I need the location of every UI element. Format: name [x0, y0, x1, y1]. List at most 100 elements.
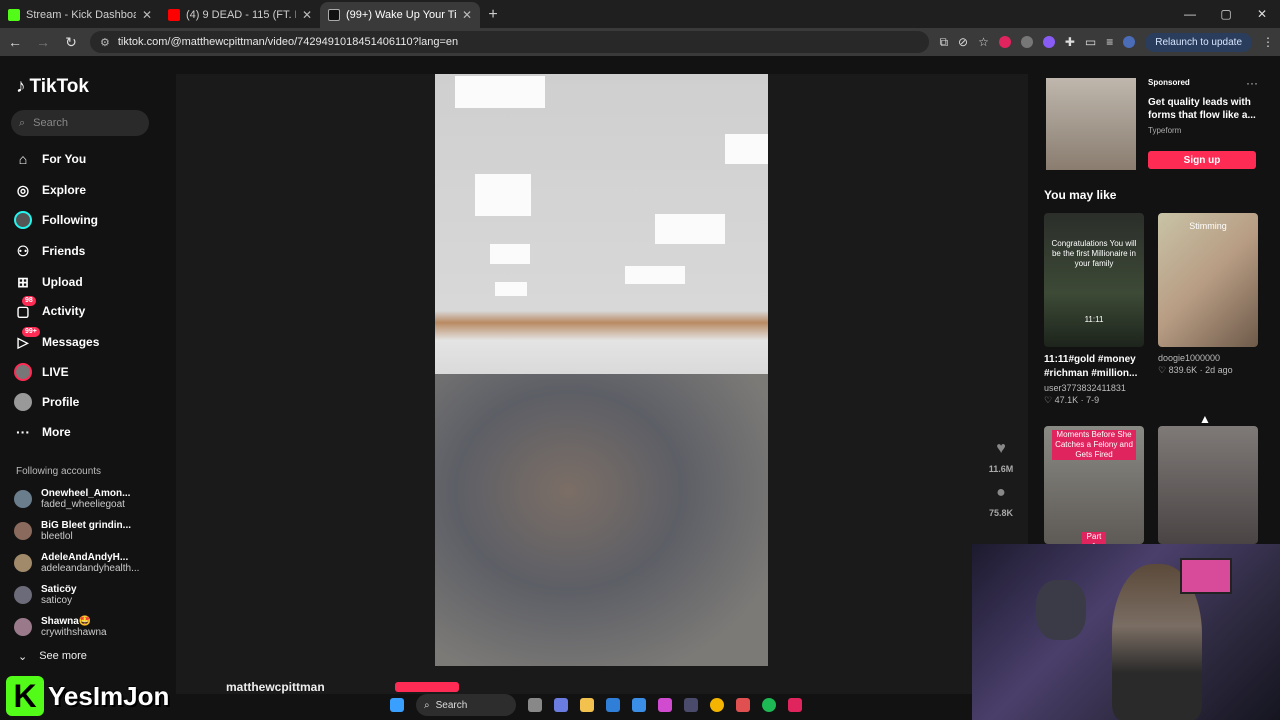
- nav-item-more[interactable]: ··· More: [14, 423, 71, 441]
- like-count: 839.6K: [1168, 365, 1198, 375]
- app-icon[interactable]: [684, 698, 698, 712]
- task-view-icon[interactable]: [528, 698, 542, 712]
- video-author[interactable]: user3773832411831: [1044, 383, 1144, 393]
- spotify-icon[interactable]: [762, 698, 776, 712]
- close-tab-icon[interactable]: ✕: [302, 8, 312, 22]
- following-account[interactable]: AdeleAndAndyH... adeleandandyhealth...: [14, 552, 139, 574]
- sign-up-button[interactable]: Sign up: [1148, 151, 1256, 169]
- thumbnail-overlay-text: Moments Before She Catches a Felony and …: [1052, 430, 1136, 460]
- nav-item-upload[interactable]: ⊞ Upload: [14, 273, 83, 291]
- search-input[interactable]: ⌕ Search: [11, 110, 149, 136]
- chrome-icon[interactable]: [710, 698, 724, 712]
- back-icon[interactable]: ←: [6, 34, 24, 50]
- following-account[interactable]: Onewheel_Amon... faded_wheeliegoat: [14, 488, 130, 510]
- compass-icon: ◎: [16, 181, 30, 198]
- suggested-video-card[interactable]: Moments Before She Catches a Felony and …: [1044, 426, 1144, 544]
- nav-item-live[interactable]: LIVE: [14, 363, 69, 381]
- forward-icon[interactable]: →: [34, 34, 52, 50]
- nav-label: Explore: [42, 183, 87, 197]
- taskbar-search[interactable]: ⌕ Search: [416, 694, 516, 716]
- video-thumbnail[interactable]: [1158, 426, 1258, 544]
- following-account[interactable]: Saticöy saticoy: [14, 584, 77, 606]
- nav-label: Following: [42, 213, 98, 227]
- app-icon[interactable]: [658, 698, 672, 712]
- nav-label: Upload: [42, 275, 83, 289]
- cast-icon[interactable]: ⧉: [939, 35, 948, 50]
- avatar: [14, 522, 32, 540]
- taskbar-search-label: Search: [435, 699, 468, 711]
- video-thumbnail[interactable]: Congratulations You will be the first Mi…: [1044, 213, 1144, 347]
- menu-kebab-icon[interactable]: ⋮: [1262, 35, 1274, 49]
- tab-title: Stream - Kick Dashboard: [26, 9, 136, 21]
- heart-icon[interactable]: ♥: [991, 440, 1011, 460]
- sponsored-title[interactable]: Get quality leads with forms that flow l…: [1148, 96, 1272, 122]
- extension-icon[interactable]: [998, 36, 1011, 48]
- nav-item-following[interactable]: Following: [14, 211, 98, 229]
- nav-item-messages[interactable]: ▷ 99+ Messages: [14, 327, 99, 351]
- reading-list-icon[interactable]: ≡: [1106, 35, 1113, 49]
- suggested-video-card[interactable]: Congratulations You will be the first Mi…: [1044, 213, 1144, 406]
- thumbnail-overlay-text: Congratulations You will be the first Mi…: [1051, 239, 1137, 268]
- profile-avatar-icon[interactable]: [1123, 36, 1136, 48]
- close-window-icon[interactable]: ✕: [1244, 0, 1280, 28]
- browser-tab-active[interactable]: (99+) Wake Up Your Tired C... ✕: [320, 2, 480, 28]
- following-account[interactable]: Shawna🤩 crywithshawna: [14, 616, 107, 638]
- nav-item-for-you[interactable]: ⌂ For You: [14, 150, 86, 168]
- browser-tab[interactable]: (4) 9 DEAD - 115 (FT. DON CAN... ✕: [160, 2, 320, 28]
- relaunch-button[interactable]: Relaunch to update: [1145, 32, 1252, 52]
- windows-start-icon[interactable]: [390, 698, 404, 712]
- site-info-icon[interactable]: ⚙: [100, 36, 110, 49]
- store-icon[interactable]: [606, 698, 620, 712]
- youtube-favicon-icon: [168, 9, 180, 21]
- webcam-overlay: [972, 544, 1280, 720]
- minimize-icon[interactable]: —: [1172, 0, 1208, 28]
- video-player[interactable]: [435, 74, 768, 666]
- close-tab-icon[interactable]: ✕: [142, 8, 152, 22]
- profile-icon: [14, 393, 32, 411]
- browser-tab[interactable]: Stream - Kick Dashboard ✕: [0, 2, 160, 28]
- app-icon[interactable]: [736, 698, 750, 712]
- nav-item-friends[interactable]: ⚇ Friends: [14, 242, 86, 260]
- app-icon[interactable]: [788, 698, 802, 712]
- suggested-video-card[interactable]: [1158, 426, 1258, 544]
- maximize-icon[interactable]: ▢: [1208, 0, 1244, 28]
- extension-icon[interactable]: [1020, 36, 1033, 48]
- sidepanel-icon[interactable]: ▭: [1085, 35, 1096, 49]
- upload-icon: ⊞: [17, 273, 29, 290]
- video-thumbnail[interactable]: Moments Before She Catches a Felony and …: [1044, 426, 1144, 544]
- avatar: [14, 554, 32, 572]
- comment-icon[interactable]: ●: [991, 484, 1011, 504]
- video-caption[interactable]: 11:11#gold #money #richman #million...: [1044, 353, 1144, 381]
- suggested-video-card[interactable]: Stimming doogie1000000 ♡ 839.6K · 2d ago: [1158, 213, 1258, 376]
- account-handle: crywithshawna: [41, 627, 107, 638]
- video-thumbnail[interactable]: Stimming: [1158, 213, 1258, 347]
- extension-icon[interactable]: [1042, 36, 1055, 48]
- copilot-icon[interactable]: [554, 698, 568, 712]
- mail-icon[interactable]: [632, 698, 646, 712]
- sponsored-thumbnail[interactable]: [1046, 78, 1136, 170]
- nav-item-activity[interactable]: ▢ 98 Activity: [14, 296, 85, 320]
- ceiling-light: [475, 174, 531, 216]
- ceiling-light: [655, 214, 725, 244]
- bookmark-star-icon[interactable]: ☆: [978, 35, 989, 49]
- puzzle-icon[interactable]: ✚: [1065, 35, 1075, 49]
- avatar: [14, 586, 32, 604]
- account-name: Saticöy: [41, 584, 77, 595]
- nav-item-explore[interactable]: ◎ Explore: [14, 181, 86, 199]
- nav-item-profile[interactable]: Profile: [14, 393, 79, 411]
- video-author[interactable]: doogie1000000: [1158, 353, 1258, 363]
- url-field[interactable]: ⚙ tiktok.com/@matthewcpittman/video/7429…: [90, 31, 930, 53]
- ceiling-light: [495, 282, 527, 296]
- more-options-icon[interactable]: ···: [1246, 76, 1258, 90]
- windows-taskbar: ⌕ Search: [390, 690, 890, 720]
- channel-name[interactable]: matthewcpittman: [226, 680, 325, 694]
- eye-off-icon[interactable]: ⊘: [958, 35, 968, 49]
- tiktok-logo[interactable]: ♪ TikTok: [16, 76, 89, 98]
- comment-count: 75.8K: [988, 508, 1014, 518]
- file-explorer-icon[interactable]: [580, 698, 594, 712]
- close-tab-icon[interactable]: ✕: [462, 8, 472, 22]
- following-account[interactable]: BiG Bleet grindin... bleetlol: [14, 520, 131, 542]
- reload-icon[interactable]: ↻: [62, 34, 80, 51]
- new-tab-button[interactable]: +: [480, 2, 506, 28]
- see-more-button[interactable]: ⌄ See more: [18, 650, 87, 663]
